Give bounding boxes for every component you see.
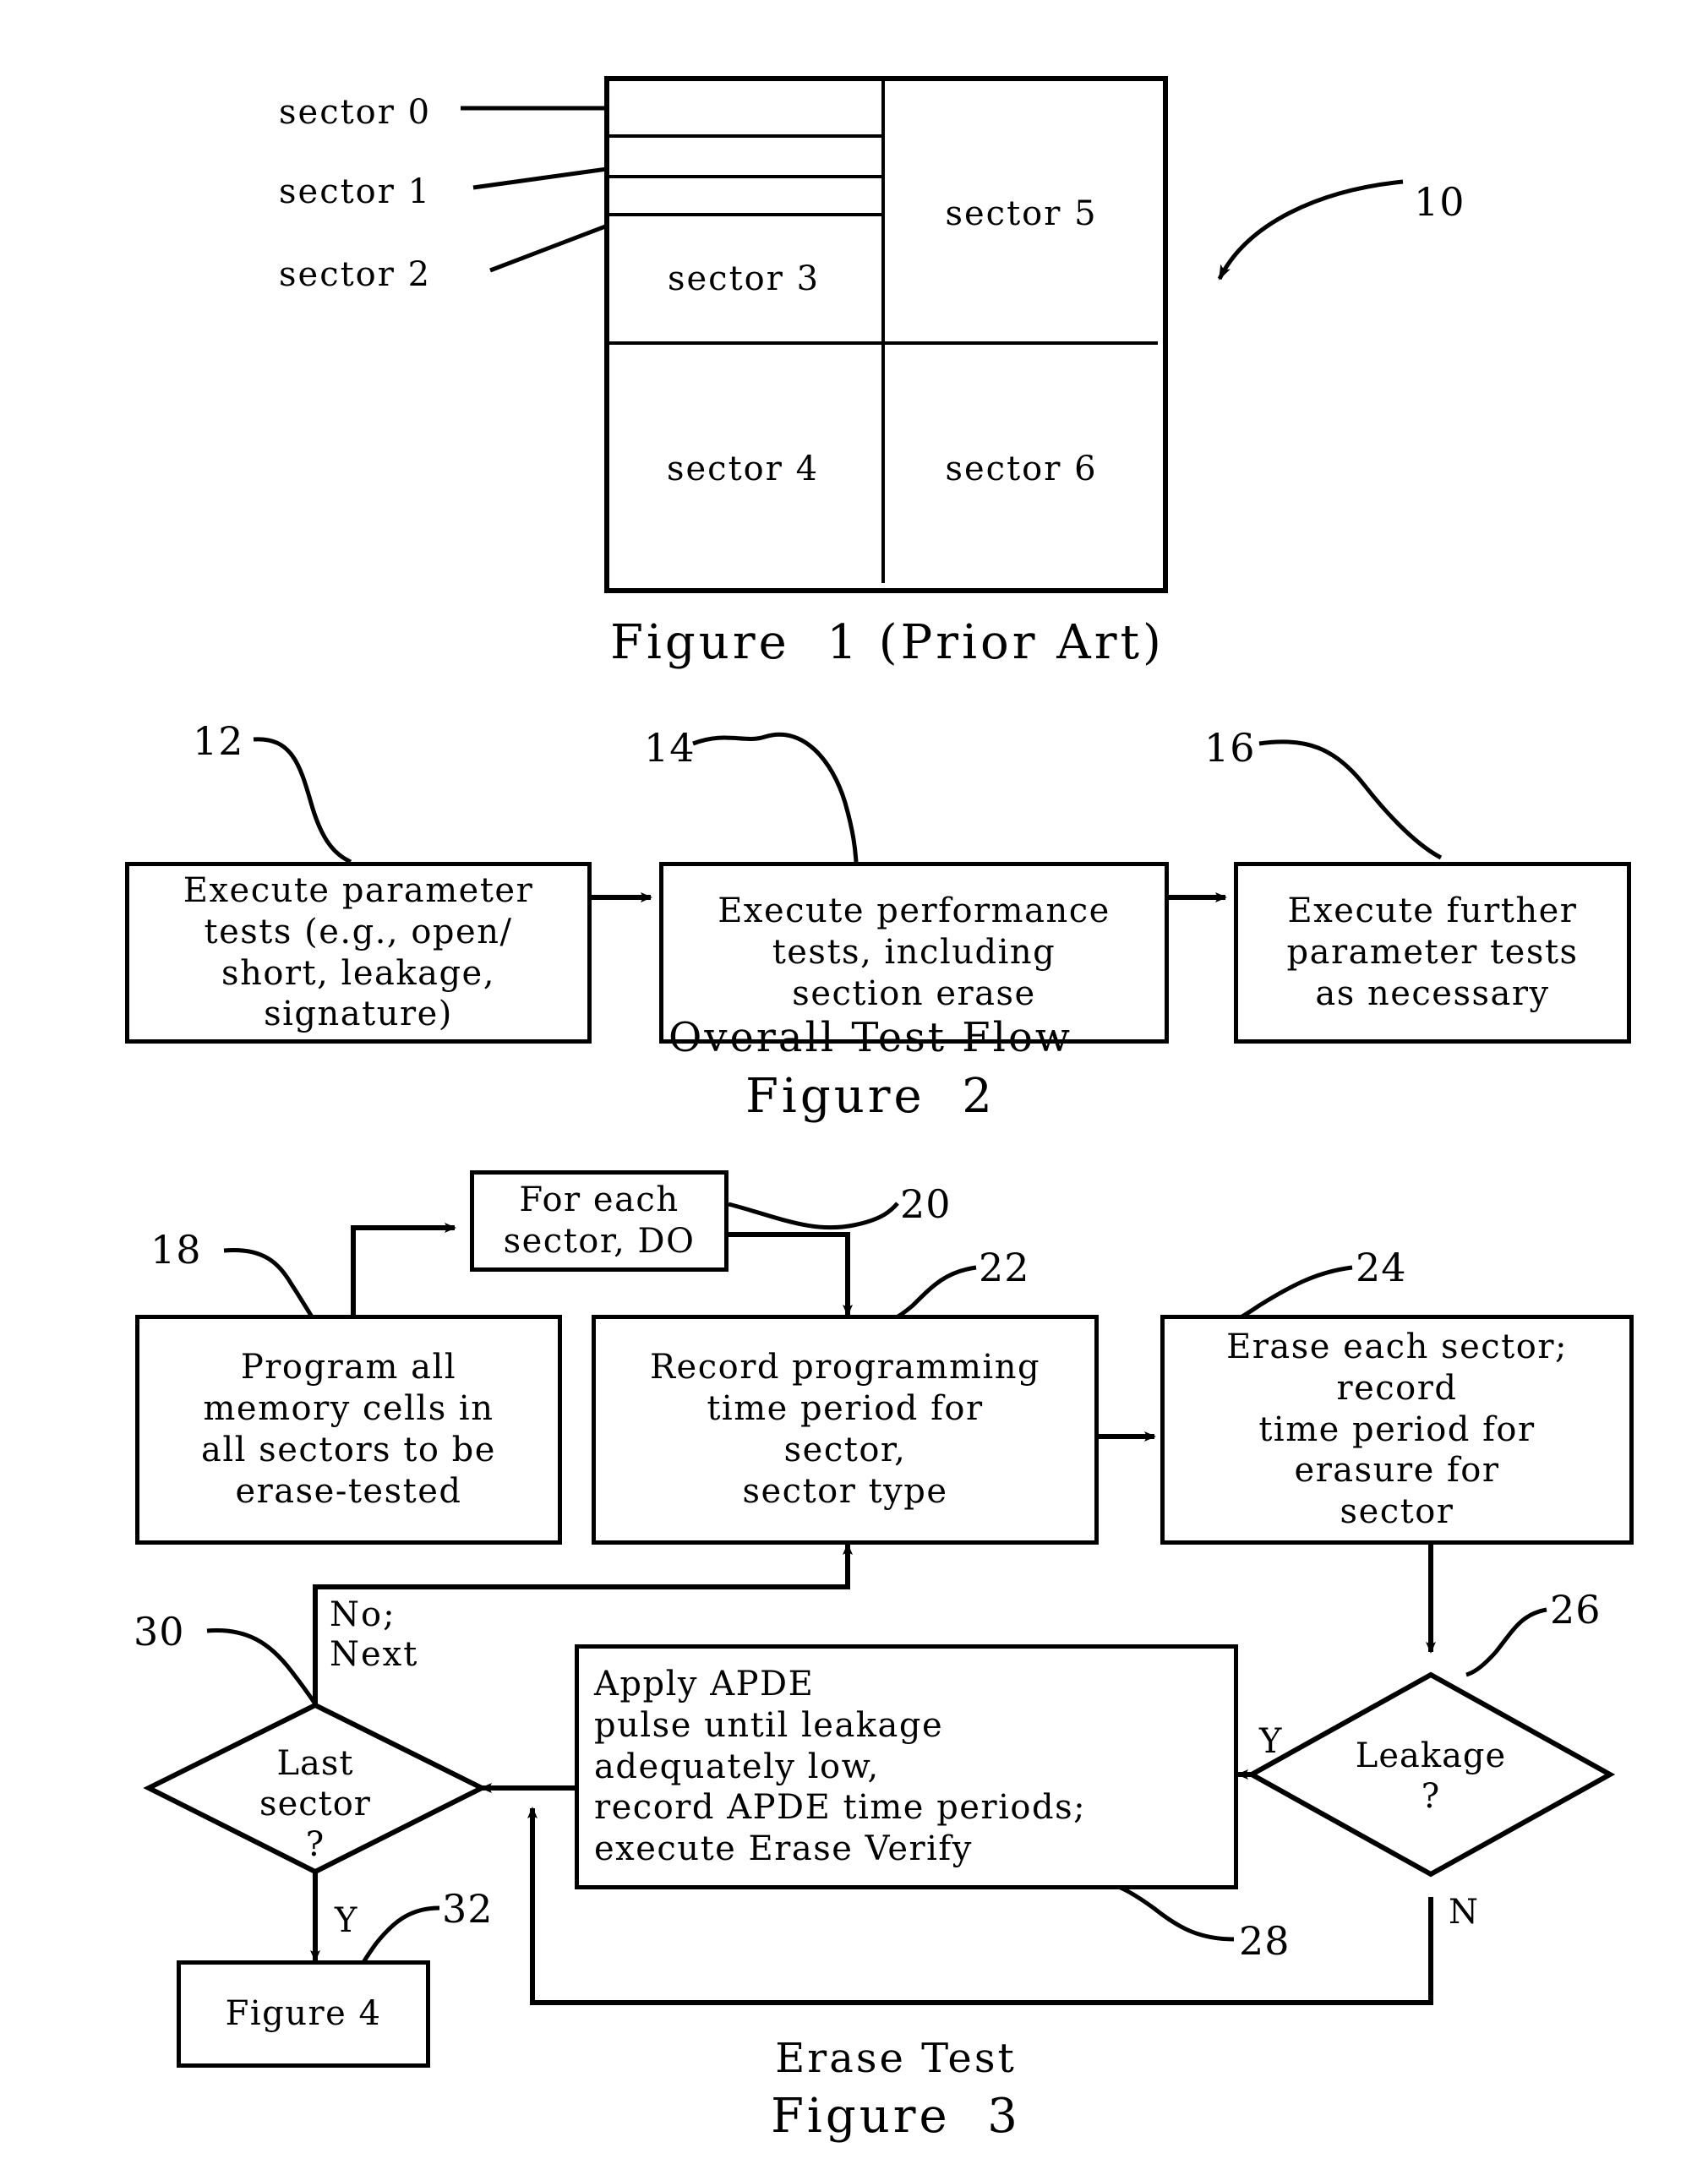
edge-label-leakage-yes: Y — [1259, 1722, 1284, 1761]
reference-numeral-30: 30 — [134, 1609, 185, 1654]
leader-ref-20 — [728, 1202, 899, 1230]
process-box-record-programming-time-label: Record programming time period for secto… — [649, 1348, 1041, 1511]
process-box-execute-further-tests[interactable]: Execute further parameter tests as neces… — [1234, 862, 1631, 1044]
figure3-caption: Figure 3 — [771, 2089, 1021, 2144]
process-box-for-each-sector[interactable]: For each sector, DO — [470, 1170, 728, 1272]
process-box-record-programming-time[interactable]: Record programming time period for secto… — [592, 1315, 1099, 1545]
reference-numeral-24: 24 — [1356, 1245, 1407, 1290]
decision-last-sector-label: Last sector ? — [259, 1744, 371, 1864]
reference-numeral-26: 26 — [1550, 1587, 1602, 1633]
process-box-erase-each-sector[interactable]: Erase each sector; record time period fo… — [1160, 1315, 1634, 1545]
reference-numeral-18: 18 — [150, 1227, 202, 1273]
sector-band-2 — [604, 175, 883, 216]
arrow-loop-to-for-each — [351, 1223, 456, 1318]
process-box-execute-performance-tests-label: Execute performance tests, including sec… — [718, 891, 1110, 1013]
sector-band-1 — [604, 134, 883, 178]
reference-numeral-10: 10 — [1414, 179, 1465, 225]
leader-ref-28 — [1113, 1883, 1235, 1942]
leader-ref-14 — [692, 732, 859, 863]
process-box-execute-further-tests-label: Execute further parameter tests as neces… — [1286, 891, 1579, 1013]
figure2-caption: Figure 2 — [745, 1069, 996, 1124]
patent-drawing-page: sector 3 sector 5 sector 4 sector 6 sect… — [0, 0, 1708, 2175]
process-box-execute-parameter-tests[interactable]: Execute parameter tests (e.g., open/ sho… — [125, 862, 592, 1044]
process-box-figure-4-label: Figure 4 — [225, 1994, 382, 2034]
process-box-execute-parameter-tests-label: Execute parameter tests (e.g., open/ sho… — [183, 870, 534, 1034]
process-box-program-all-cells[interactable]: Program all memory cells in all sectors … — [135, 1315, 562, 1545]
edge-label-last-sector-yes: Y — [335, 1901, 359, 1940]
reference-numeral-22: 22 — [979, 1245, 1030, 1290]
process-box-figure-4[interactable]: Figure 4 — [177, 1960, 430, 2068]
callout-sector-2: sector 2 — [279, 255, 432, 294]
process-box-apply-apde-label: Apply APDE pulse until leakage adequatel… — [594, 1665, 1087, 1869]
array-horizontal-divider — [604, 341, 1158, 345]
leader-ref-12 — [253, 737, 352, 864]
cell-label-sector-5: sector 5 — [945, 194, 1098, 233]
decision-leakage-label: Leakage ? — [1355, 1736, 1507, 1816]
reference-numeral-12: 12 — [193, 718, 244, 764]
callout-sector-1: sector 1 — [279, 172, 432, 211]
process-box-program-all-cells-label: Program all memory cells in all sectors … — [201, 1348, 496, 1511]
leader-ref-10 — [1217, 179, 1404, 281]
callout-sector-0: sector 0 — [279, 93, 432, 132]
figure1-caption: Figure 1 (Prior Art) — [610, 615, 1165, 670]
reference-numeral-28: 28 — [1239, 1918, 1291, 1964]
process-box-erase-each-sector-label: Erase each sector; record time period fo… — [1226, 1327, 1568, 1532]
cell-label-sector-3: sector 3 — [667, 259, 821, 298]
figure3-subtitle: Erase Test — [775, 2035, 1017, 2082]
figure2-subtitle: Overall Test Flow — [668, 1014, 1072, 1061]
leader-ref-18 — [223, 1247, 315, 1320]
leader-ref-30 — [206, 1627, 319, 1707]
reference-numeral-20: 20 — [900, 1181, 952, 1227]
leader-ref-16 — [1258, 739, 1443, 860]
cell-label-sector-4: sector 4 — [666, 450, 820, 488]
reference-numeral-16: 16 — [1204, 725, 1256, 771]
sector-band-0 — [604, 76, 883, 138]
array-vertical-divider — [881, 76, 885, 583]
reference-numeral-32: 32 — [442, 1886, 494, 1932]
leader-ref-26 — [1465, 1607, 1547, 1677]
edge-label-leakage-no: N — [1449, 1893, 1480, 1932]
decision-last-sector[interactable]: Last sector ? — [149, 1705, 482, 1872]
decision-leakage[interactable]: Leakage ? — [1252, 1675, 1610, 1874]
arrow-for-each-to-record — [728, 1232, 853, 1316]
reference-numeral-14: 14 — [644, 725, 696, 771]
process-box-apply-apde[interactable]: Apply APDE pulse until leakage adequatel… — [575, 1644, 1238, 1889]
process-box-for-each-sector-label: For each sector, DO — [503, 1180, 696, 1261]
edge-label-no-next: No; Next — [330, 1595, 419, 1675]
cell-label-sector-6: sector 6 — [945, 450, 1098, 488]
